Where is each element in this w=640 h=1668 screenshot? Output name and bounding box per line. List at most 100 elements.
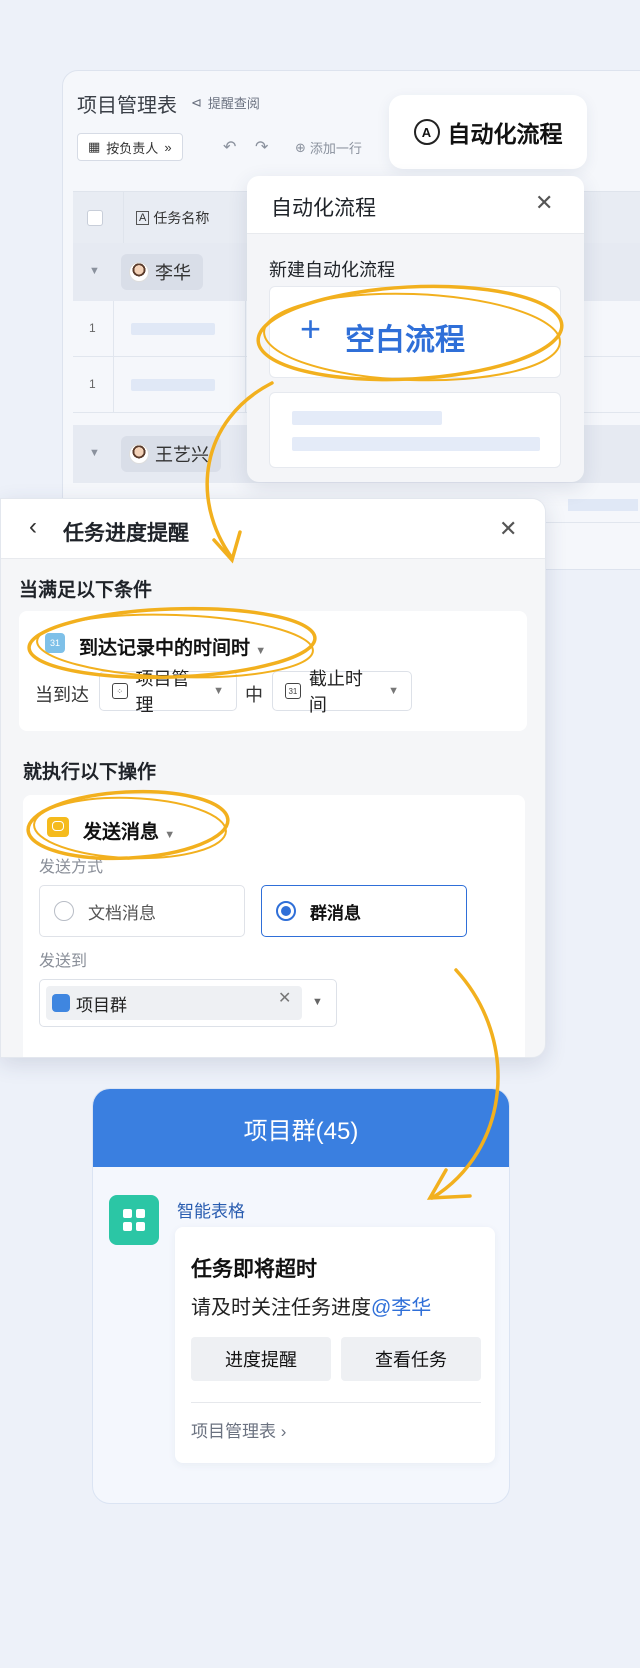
remind-label: 提醒查阅 xyxy=(207,96,260,111)
cell-placeholder xyxy=(131,323,215,335)
field-select-value: 截止时间 xyxy=(308,669,363,715)
template-card-placeholder[interactable] xyxy=(269,392,561,468)
condition-prefix: 当到达 xyxy=(35,685,89,705)
progress-remind-button[interactable]: 进度提醒 xyxy=(191,1337,331,1381)
add-row-button[interactable]: ⊕ 添加一行 xyxy=(295,138,362,157)
column-divider xyxy=(245,301,246,356)
field-select[interactable]: 31 截止时间 ▼ xyxy=(272,669,412,715)
avatar xyxy=(129,262,149,282)
person-name: 王艺兴 xyxy=(155,445,209,465)
group-chat-window: 项目群(45) 智能表格 任务即将超时 请及时关注任务进度@李华 进度提醒 查看… xyxy=(92,1088,510,1504)
close-icon[interactable]: ✕ xyxy=(535,190,553,216)
automation-panel: 自动化流程 ✕ 新建自动化流程 + 空白流程 xyxy=(247,176,584,482)
automation-header-label: 自动化流程 xyxy=(447,121,563,147)
message-body: 请及时关注任务进度@李华 xyxy=(191,1291,431,1320)
person-name: 李华 xyxy=(155,263,191,283)
new-automation-label: 新建自动化流程 xyxy=(269,260,395,280)
trigger-label: 到达记录中的时间时 xyxy=(79,638,251,659)
source-link[interactable]: 项目管理表 › xyxy=(191,1417,286,1442)
task-panel-header: ‹ 任务进度提醒 ✕ xyxy=(1,499,545,559)
column-divider xyxy=(245,357,246,412)
recipient-chip: 项目群 xyxy=(46,986,302,1020)
cell-placeholder xyxy=(568,499,638,511)
divider xyxy=(191,1402,481,1403)
person-chip: 王艺兴 xyxy=(121,436,221,472)
mention-link[interactable]: @李华 xyxy=(371,1297,431,1319)
table-logo-icon: ⁘ xyxy=(112,683,128,699)
back-arrow-icon[interactable]: ‹ xyxy=(29,513,37,541)
trigger-select[interactable]: 到达记录中的时间时 ▼ xyxy=(79,633,266,660)
send-to-label: 发送到 xyxy=(39,953,88,970)
undo-icon[interactable]: ↶ xyxy=(223,137,236,157)
caret-down-icon: ▼ xyxy=(213,685,224,697)
text-field-icon: A xyxy=(136,211,150,225)
message-card: 任务即将超时 请及时关注任务进度@李华 进度提醒 查看任务 项目管理表 › xyxy=(175,1227,495,1463)
avatar xyxy=(129,444,149,464)
view-task-button[interactable]: 查看任务 xyxy=(341,1337,481,1381)
blank-flow-card[interactable]: + 空白流程 xyxy=(269,286,561,378)
condition-card: 31 到达记录中的时间时 ▼ 当到达 ⁘ 项目管理 ▼ 中 31 截止时间 ▼ xyxy=(19,611,527,731)
action-label: 发送消息 xyxy=(83,822,160,843)
megaphone-icon: ⊲ xyxy=(191,94,202,110)
radio-doc-label: 文档消息 xyxy=(88,903,156,923)
collapse-triangle-icon[interactable]: ▼ xyxy=(89,265,100,277)
bot-name: 智能表格 xyxy=(177,1202,245,1221)
plus-circle-icon: ⊕ xyxy=(295,139,306,155)
radio-option-doc[interactable]: 文档消息 xyxy=(39,885,245,937)
column-divider xyxy=(113,357,114,412)
smart-sheet-logo-icon xyxy=(123,1209,145,1231)
message-icon xyxy=(47,817,69,837)
date-field-icon: 31 xyxy=(285,683,301,699)
action-select[interactable]: 发送消息 ▼ xyxy=(83,817,175,844)
redo-icon[interactable]: ↷ xyxy=(255,137,268,157)
radio-button[interactable] xyxy=(54,901,74,921)
task-panel-title: 任务进度提醒 xyxy=(63,522,189,545)
select-all-checkbox[interactable] xyxy=(87,210,103,226)
double-chevron-icon: » xyxy=(164,139,172,155)
skeleton-line xyxy=(292,437,540,451)
send-method-label: 发送方式 xyxy=(39,859,104,876)
action-card: 发送消息 ▼ 发送方式 文档消息 群消息 发送到 项目群 ✕ ▼ xyxy=(23,795,525,1057)
recipient-name: 项目群 xyxy=(76,995,127,1015)
caret-down-icon[interactable]: ▼ xyxy=(312,996,323,1008)
close-icon[interactable]: ✕ xyxy=(499,516,517,542)
automation-panel-header: 自动化流程 ✕ xyxy=(247,176,584,234)
remove-chip-icon[interactable]: ✕ xyxy=(278,988,291,1008)
automation-icon: A xyxy=(413,119,440,145)
blank-flow-label: 空白流程 xyxy=(345,324,465,357)
cell-placeholder xyxy=(131,379,215,391)
group-by-button[interactable]: ▦ 按负责人 » xyxy=(77,133,183,161)
group-by-label: 按负责人 xyxy=(106,140,159,156)
remind-button[interactable]: ⊲ 提醒查阅 xyxy=(191,93,260,112)
column-divider xyxy=(113,301,114,356)
radio-button-selected[interactable] xyxy=(276,901,296,921)
condition-middle: 中 xyxy=(245,685,263,705)
person-chip: 李华 xyxy=(121,254,203,290)
row-number: 1 xyxy=(89,321,96,335)
table-icon: ▦ xyxy=(88,139,101,154)
row-number: 1 xyxy=(89,377,96,391)
chevron-right-icon: › xyxy=(280,1422,287,1441)
message-title: 任务即将超时 xyxy=(191,1258,317,1281)
radio-option-group[interactable]: 群消息 xyxy=(261,885,467,937)
send-to-select[interactable]: 项目群 ✕ ▼ xyxy=(39,979,337,1027)
group-chat-icon xyxy=(52,994,70,1012)
bot-avatar xyxy=(109,1195,159,1245)
table-select-value: 项目管理 xyxy=(135,669,190,715)
skeleton-line xyxy=(292,411,442,425)
sheet-title: 项目管理表 xyxy=(77,95,177,117)
column-task-name-label: 任务名称 xyxy=(153,210,210,226)
task-reminder-panel: ‹ 任务进度提醒 ✕ 当满足以下条件 31 到达记录中的时间时 ▼ 当到达 ⁘ … xyxy=(0,498,546,1058)
collapse-triangle-icon[interactable]: ▼ xyxy=(89,447,100,459)
add-row-label: 添加一行 xyxy=(309,141,362,156)
table-select[interactable]: ⁘ 项目管理 ▼ xyxy=(99,669,237,715)
action-section-title: 就执行以下操作 xyxy=(23,762,157,783)
caret-down-icon: ▼ xyxy=(388,685,399,697)
source-link-label: 项目管理表 xyxy=(191,1422,276,1441)
column-header-task-name[interactable]: A 任务名称 xyxy=(123,192,251,244)
message-body-text: 请及时关注任务进度 xyxy=(191,1297,371,1319)
chat-header: 项目群(45) xyxy=(93,1089,509,1167)
automation-header-card[interactable]: A 自动化流程 xyxy=(389,95,587,169)
caret-down-icon: ▼ xyxy=(255,645,267,657)
plus-icon: + xyxy=(300,308,322,349)
